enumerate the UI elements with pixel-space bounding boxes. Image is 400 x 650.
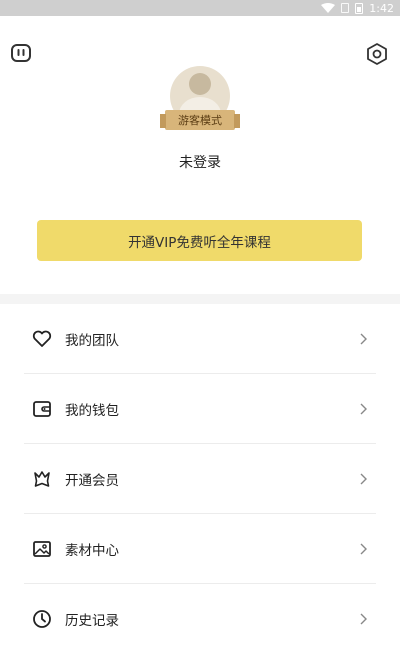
sim-icon: [341, 3, 350, 13]
clock-icon: [32, 609, 52, 629]
message-icon[interactable]: [10, 43, 32, 63]
menu-item-label: 我的钱包: [65, 402, 119, 419]
chevron-right-icon: [360, 473, 367, 485]
menu-item-label: 素材中心: [65, 542, 119, 559]
chevron-right-icon: [360, 403, 367, 415]
settings-icon[interactable]: [365, 42, 389, 66]
menu-item-label: 我的团队: [65, 332, 119, 349]
status-time: 1:42: [369, 1, 394, 15]
vip-subscribe-button[interactable]: 开通VIP免费听全年课程: [37, 220, 362, 261]
menu-item-label: 开通会员: [65, 472, 119, 489]
menu-item-material-center[interactable]: 素材中心: [24, 514, 376, 584]
menu-list: 我的团队 我的钱包 开通会员 素材中心 历史记录: [24, 304, 376, 650]
menu-item-history[interactable]: 历史记录: [24, 584, 376, 650]
chevron-right-icon: [360, 543, 367, 555]
heart-icon: [32, 329, 52, 349]
image-icon: [32, 539, 52, 559]
wallet-icon: [32, 399, 52, 419]
menu-item-membership[interactable]: 开通会员: [24, 444, 376, 514]
menu-item-my-wallet[interactable]: 我的钱包: [24, 374, 376, 444]
section-divider: [0, 294, 400, 304]
chevron-right-icon: [360, 333, 367, 345]
login-status[interactable]: 未登录: [0, 152, 400, 172]
guest-mode-badge: 游客模式: [160, 110, 240, 130]
menu-item-my-team[interactable]: 我的团队: [24, 304, 376, 374]
chevron-right-icon: [360, 613, 367, 625]
wifi-icon: [321, 3, 336, 13]
crown-icon: [32, 469, 52, 489]
menu-item-label: 历史记录: [65, 613, 119, 629]
battery-icon: [355, 2, 364, 14]
status-bar: 1:42: [0, 0, 400, 16]
